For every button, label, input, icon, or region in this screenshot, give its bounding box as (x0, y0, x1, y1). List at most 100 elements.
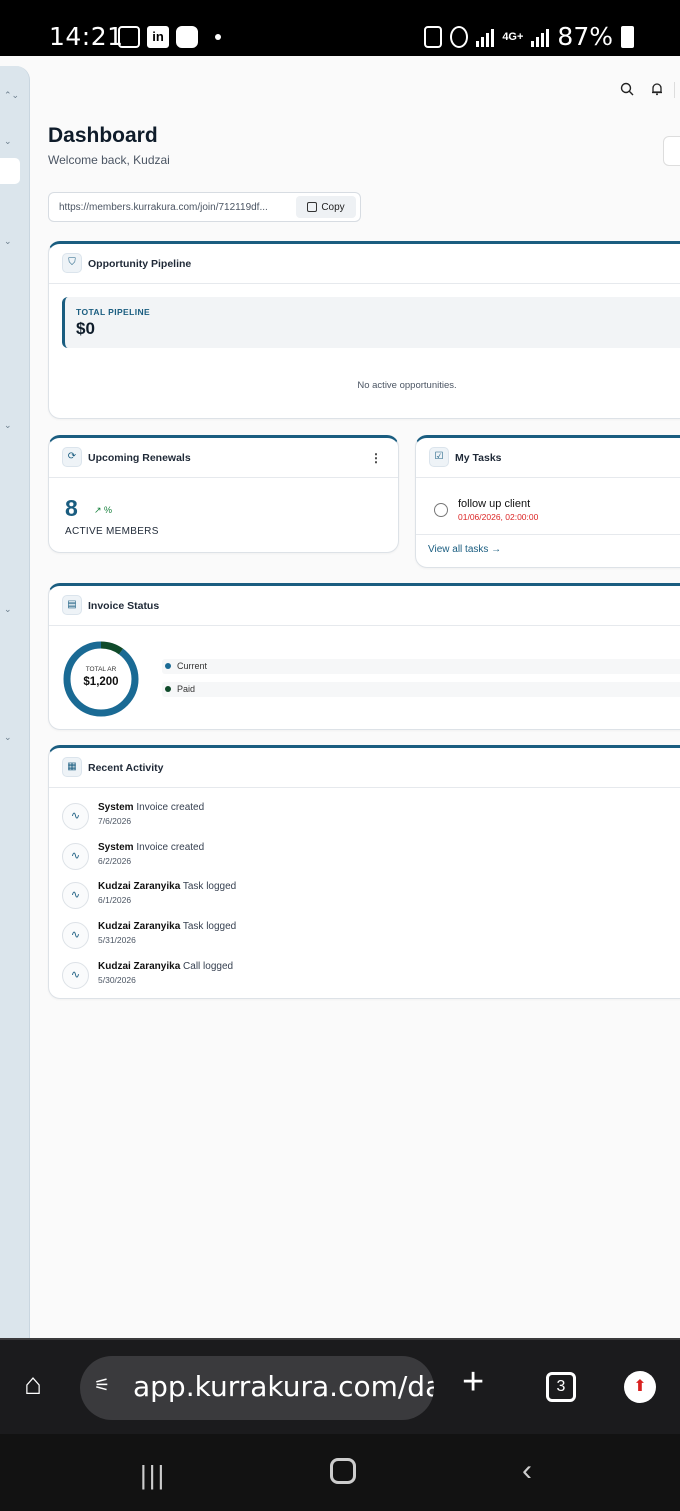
legend-dot (165, 686, 171, 692)
activity-action: Invoice created (136, 802, 205, 813)
chevron-down-icon[interactable]: ⌄ (4, 236, 12, 247)
chevron-down-icon[interactable]: ⌄ (4, 420, 12, 431)
card-title: Recent Activity (88, 762, 164, 774)
notification-icons: in (118, 26, 221, 48)
activity-item: ∿ Kudzai Zaranyika Task logged 6/1/2026 (62, 879, 680, 913)
linkedin-icon: in (147, 26, 169, 48)
task-name[interactable]: follow up client (458, 498, 530, 510)
recent-apps-icon[interactable]: ||| (140, 1460, 166, 1491)
invoice-icon: ▤ (62, 595, 82, 615)
activity-text: Kudzai Zaranyika Task logged (98, 921, 236, 932)
browser-toolbar: ⌂ ⚟ app.kurrakura.com/da + 3 ⬆ (0, 1338, 680, 1434)
pipeline-total-value: $0 (76, 319, 95, 338)
home-icon[interactable]: ⌂ (24, 1370, 56, 1402)
back-icon[interactable]: ‹ (522, 1454, 532, 1488)
status-bar: 14:21 in 4G+ 87% (0, 0, 680, 56)
copy-icon (307, 202, 318, 212)
battery-icon (621, 25, 634, 48)
empty-state: No active opportunities. (357, 380, 457, 391)
cell-signal-icon (531, 27, 550, 47)
legend-item-paid: Paid (162, 682, 680, 697)
topbar-divider (674, 82, 675, 98)
join-link-url[interactable]: https://members.kurrakura.com/join/71211… (59, 202, 268, 213)
page-subtitle: Welcome back, Kudzai (48, 153, 170, 167)
activity-item: ∿ Kudzai Zaranyika Task logged 5/31/2026 (62, 919, 680, 953)
legend-label: Current (177, 661, 208, 671)
activity-date: 6/1/2026 (98, 895, 132, 905)
activity-action: Task logged (182, 881, 237, 892)
activity-item: ∿ System Invoice created 6/2/2026 (62, 840, 680, 874)
system-status-icons: 4G+ 87% (424, 22, 634, 51)
sidebar-active-item[interactable] (0, 158, 20, 184)
network-type: 4G+ (502, 30, 524, 43)
battery-percent: 87% (557, 22, 613, 51)
renewal-icon: ⟳ (62, 447, 82, 467)
chevron-down-icon[interactable]: ⌄ (4, 136, 12, 147)
header-action-button[interactable] (663, 136, 680, 166)
copy-label: Copy (321, 201, 345, 213)
activity-date: 5/30/2026 (98, 975, 136, 985)
activity-actor: System (98, 842, 134, 853)
activity-action: Task logged (182, 921, 237, 932)
active-members-count: 8 (65, 495, 78, 521)
active-members-label: ACTIVE MEMBERS (65, 526, 159, 537)
home-nav-icon[interactable] (330, 1458, 356, 1484)
address-text[interactable]: app.kurrakura.com/da (133, 1370, 434, 1403)
sidebar[interactable]: ⌃⌄ ⌄ ⌄ ⌄ ⌄ ⌄ (0, 66, 30, 1338)
battery-saver-icon (424, 25, 443, 48)
site-settings-icon[interactable]: ⚟ (94, 1375, 110, 1396)
alarm-icon (450, 25, 469, 48)
pulse-icon: ∿ (62, 803, 89, 830)
pipeline-total: TOTAL PIPELINE $0 (62, 297, 680, 348)
activity-item: ∿ Kudzai Zaranyika Call logged 5/30/2026 (62, 959, 680, 993)
total-ar-value: $1,200 (83, 676, 119, 688)
wifi-signal-icon (476, 27, 495, 47)
pulse-icon: ∿ (62, 962, 89, 989)
activity-list-icon: ▦ (62, 757, 82, 777)
chevron-down-icon[interactable]: ⌄ (4, 732, 12, 743)
card-title: Upcoming Renewals (88, 452, 191, 464)
pipeline-card: ⛉ Opportunity Pipeline TOTAL PIPELINE $0… (48, 241, 680, 419)
activity-text: Kudzai Zaranyika Task logged (98, 881, 236, 892)
more-options-icon[interactable]: ⋮ (370, 451, 382, 465)
update-icon[interactable]: ⬆ (624, 1371, 656, 1403)
copy-button[interactable]: Copy (296, 196, 356, 218)
tasks-card: ☑ My Tasks follow up client 01/06/2026, … (415, 435, 680, 568)
pulse-icon: ∿ (62, 843, 89, 870)
activity-actor: Kudzai Zaranyika (98, 881, 181, 892)
address-bar[interactable]: ⚟ app.kurrakura.com/da (80, 1356, 434, 1420)
expand-icon[interactable]: ⌃⌄ (4, 90, 19, 101)
task-complete-toggle[interactable] (434, 503, 448, 517)
web-content: ⌃⌄ ⌄ ⌄ ⌄ ⌄ ⌄ Dashboard Welcome back, Kud… (0, 56, 680, 1338)
card-title: Invoice Status (88, 600, 160, 612)
legend-dot (165, 663, 171, 669)
view-all-tasks-link[interactable]: View all tasks → (428, 544, 501, 555)
bell-icon[interactable] (650, 82, 664, 99)
task-due-date: 01/06/2026, 02:00:00 (458, 512, 539, 522)
legend-item-current: Current (162, 659, 680, 674)
calendar-icon (118, 26, 140, 48)
new-tab-icon[interactable]: + (462, 1362, 484, 1402)
activity-action: Invoice created (136, 842, 205, 853)
activity-action: Call logged (183, 961, 234, 972)
activity-text: System Invoice created (98, 802, 204, 813)
activity-actor: Kudzai Zaranyika (98, 921, 181, 932)
card-header: ▦ Recent Activity (49, 748, 680, 788)
chevron-down-icon[interactable]: ⌄ (4, 604, 12, 615)
divider (416, 534, 680, 535)
checkbox-icon: ☑ (429, 447, 449, 467)
system-nav-bar: ||| ‹ (0, 1434, 680, 1511)
pulse-icon: ∿ (62, 882, 89, 909)
activity-date: 5/31/2026 (98, 935, 136, 945)
recent-activity-card: ▦ Recent Activity ∿ System Invoice creat… (48, 745, 680, 999)
search-icon[interactable] (620, 82, 634, 99)
trend-indicator: ↗ % (94, 505, 113, 515)
card-header: ☑ My Tasks (416, 438, 680, 478)
activity-actor: Kudzai Zaranyika (98, 961, 181, 972)
activity-date: 6/2/2026 (98, 856, 132, 866)
filter-icon: ⛉ (62, 253, 82, 273)
tabs-button[interactable]: 3 (546, 1372, 576, 1402)
activity-actor: System (98, 802, 134, 813)
card-title: Opportunity Pipeline (88, 258, 192, 270)
page-title: Dashboard (48, 124, 158, 147)
